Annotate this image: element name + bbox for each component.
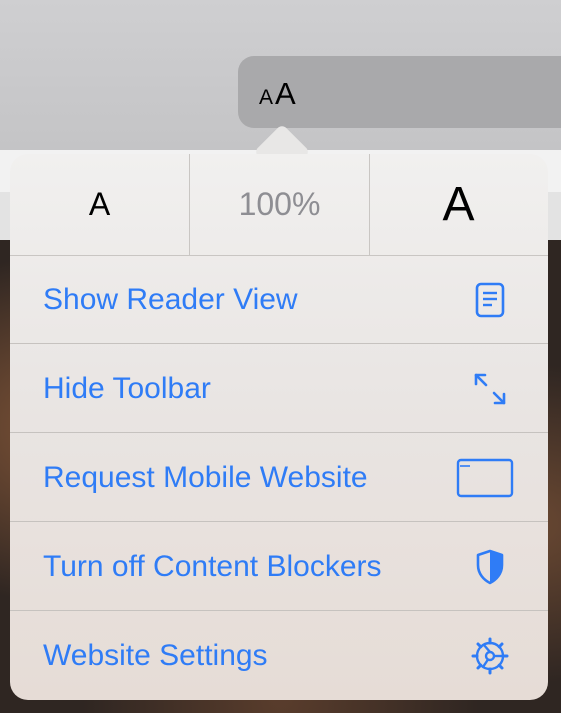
menu-item-label: Show Reader View [43, 283, 298, 316]
smaller-text-label: A [88, 186, 111, 222]
menu-divider [10, 343, 548, 344]
menu-divider [10, 432, 548, 433]
menu-item-turn-off-content-blockers[interactable]: Turn off Content Blockers [10, 523, 548, 611]
menu-divider [10, 521, 548, 522]
menu-item-hide-toolbar[interactable]: Hide Toolbar [10, 345, 548, 433]
larger-text-label: A [442, 178, 475, 231]
aa-small-glyph: A [259, 86, 274, 109]
reader-view-icon [466, 276, 514, 324]
text-size-row: A 100% A [10, 154, 548, 256]
shield-icon [466, 543, 514, 591]
menu-divider [10, 610, 548, 611]
expand-arrows-icon [466, 365, 514, 413]
aa-large-glyph: A [275, 76, 296, 111]
gear-icon [466, 632, 514, 680]
menu-item-label: Turn off Content Blockers [43, 550, 382, 583]
menu-item-show-reader-view[interactable]: Show Reader View [10, 256, 548, 344]
text-size-toolbar-button[interactable]: A A [238, 56, 561, 128]
menu-item-label: Website Settings [43, 639, 268, 672]
mobile-website-icon [456, 454, 514, 502]
menu-item-request-mobile-website[interactable]: Request Mobile Website [10, 434, 548, 522]
menu-item-website-settings[interactable]: Website Settings [10, 612, 548, 700]
increase-text-size-button[interactable]: A [369, 154, 548, 255]
menu-item-label: Request Mobile Website [43, 461, 368, 494]
page-settings-popover: A 100% A Show Reader View Hide Toolbar R… [10, 154, 548, 700]
reset-zoom-button[interactable]: 100% [189, 154, 370, 255]
zoom-level: 100% [238, 186, 321, 222]
menu-item-label: Hide Toolbar [43, 372, 211, 405]
decrease-text-size-button[interactable]: A [10, 154, 189, 255]
